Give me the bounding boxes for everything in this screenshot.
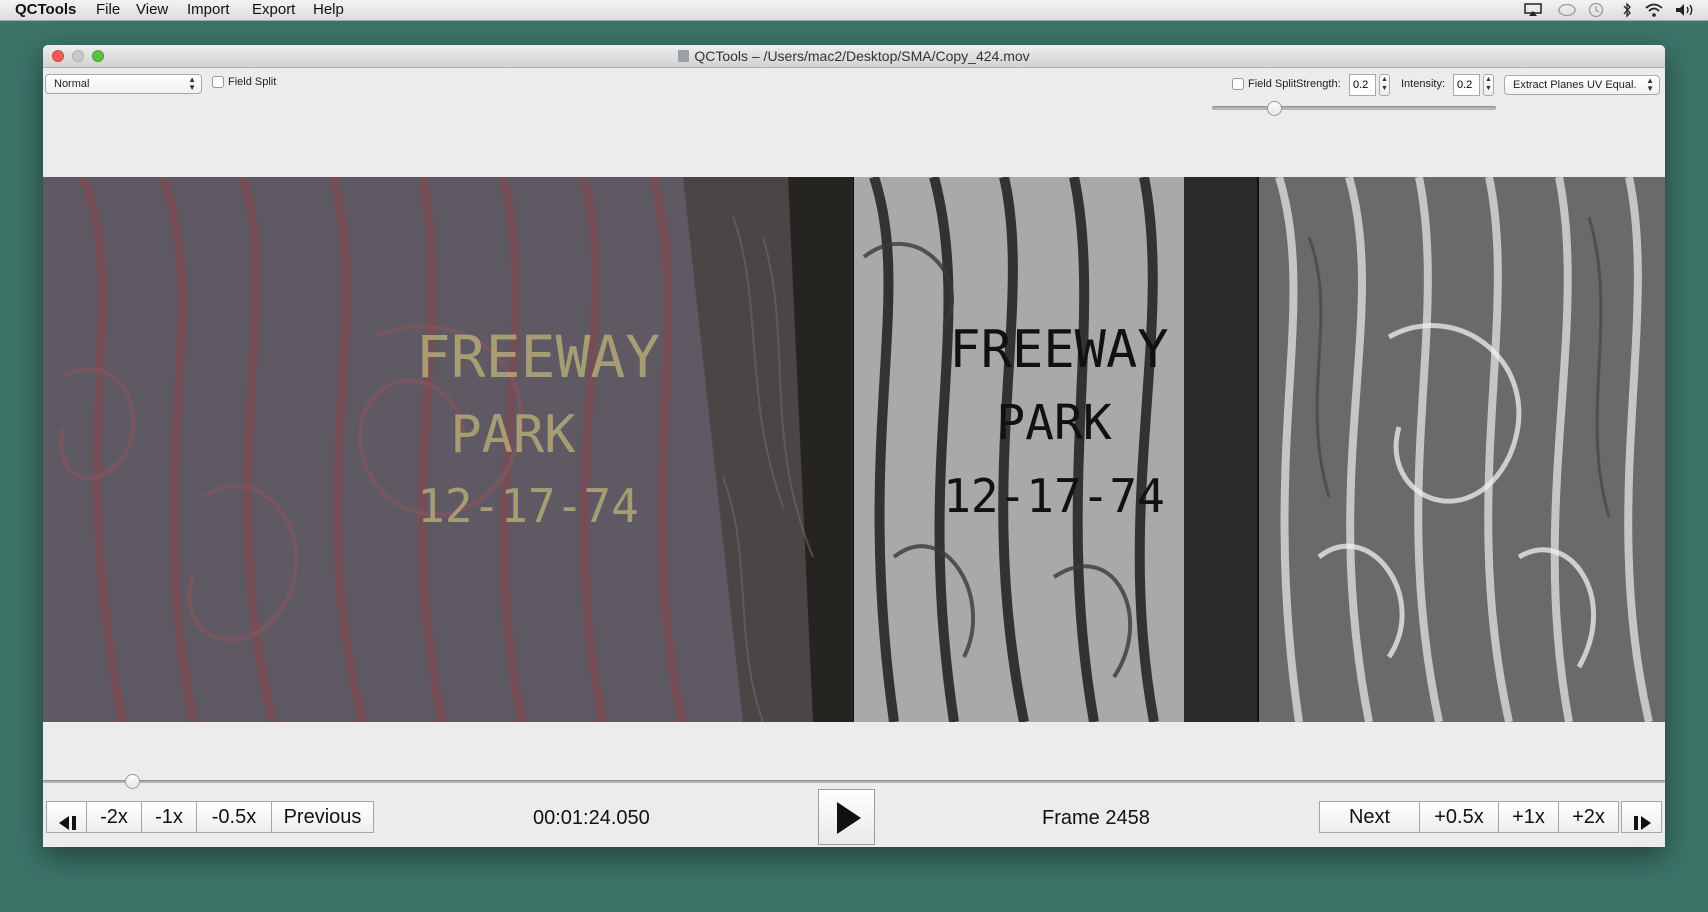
filter-select-value: Extract Planes UV Equal. [1513, 79, 1637, 91]
messages-icon[interactable] [1558, 3, 1576, 21]
forward-2x-button[interactable]: +2x [1558, 801, 1619, 833]
left-video-text-line-3: 12-17-74 [417, 479, 639, 533]
bluetooth-icon[interactable] [1622, 2, 1632, 22]
airplay-icon[interactable] [1524, 3, 1542, 21]
frame-number-display: Frame 2458 [1042, 807, 1150, 829]
time-machine-icon[interactable] [1588, 2, 1604, 22]
go-to-start-icon [57, 810, 79, 840]
go-to-start-button[interactable] [46, 801, 87, 833]
select-arrows-icon: ▲ ▼ [1646, 76, 1654, 93]
menu-help[interactable]: Help [313, 1, 344, 18]
filter-field-split-label: Field Split [1248, 78, 1297, 90]
middle-video-text-line-2: PARK [996, 395, 1112, 451]
app-menu[interactable]: QCTools [15, 1, 76, 18]
left-video-text-line-2: PARK [450, 405, 576, 465]
play-button[interactable] [818, 789, 875, 845]
strength-input[interactable]: 0.2 [1349, 74, 1376, 96]
intensity-stepper[interactable]: ▲ ▼ [1483, 74, 1494, 96]
intensity-input[interactable]: 0.2 [1453, 74, 1480, 96]
plane-u-video-pane: FREEWAY PARK 12-17-74 [854, 177, 1257, 722]
title-bar[interactable]: QCTools – /Users/mac2/Desktop/SMA/Copy_4… [43, 45, 1665, 68]
window-title-area: QCTools – /Users/mac2/Desktop/SMA/Copy_4… [43, 48, 1665, 64]
left-video-text-line-1: FREEWAY [416, 323, 660, 391]
plane-v-video-pane [1259, 177, 1665, 722]
menu-file[interactable]: File [96, 1, 120, 18]
middle-video-text-line-1: FREEWAY [949, 320, 1168, 380]
go-to-end-icon [1631, 810, 1653, 840]
macos-menu-bar: QCTools File View Import Export Help [0, 0, 1708, 21]
menu-export[interactable]: Export [252, 1, 295, 18]
main-window: QCTools – /Users/mac2/Desktop/SMA/Copy_4… [43, 45, 1665, 847]
timecode-display: 00:01:24.050 [533, 807, 650, 829]
filter-slider-knob[interactable] [1267, 101, 1283, 116]
next-frame-button[interactable]: Next [1319, 801, 1420, 833]
filter-slider-track[interactable] [1212, 106, 1496, 110]
timeline-track[interactable] [43, 780, 1665, 783]
video-display: FREEWAY PARK 12-17-74 FREEWAY PARK 12-17… [43, 177, 1665, 722]
original-video-pane: FREEWAY PARK 12-17-74 [43, 177, 853, 722]
previous-frame-button[interactable]: Previous [271, 801, 374, 833]
play-icon [836, 801, 862, 840]
forward-1x-button[interactable]: +1x [1498, 801, 1559, 833]
rewind-1x-button[interactable]: -1x [141, 801, 197, 833]
select-arrows-icon: ▲ ▼ [188, 75, 196, 92]
intensity-label: Intensity: [1401, 78, 1446, 90]
rewind-half-button[interactable]: -0.5x [196, 801, 272, 833]
forward-half-button[interactable]: +0.5x [1419, 801, 1499, 833]
document-icon [678, 50, 690, 62]
filter-field-split-checkbox[interactable] [1232, 78, 1244, 90]
menu-import[interactable]: Import [187, 1, 230, 18]
view-mode-value: Normal [54, 78, 90, 90]
menu-view[interactable]: View [136, 1, 168, 18]
window-title: QCTools – /Users/mac2/Desktop/SMA/Copy_4… [694, 48, 1030, 64]
rewind-2x-button[interactable]: -2x [86, 801, 142, 833]
left-field-split-label: Field Split [228, 76, 277, 88]
strength-stepper[interactable]: ▲ ▼ [1379, 74, 1390, 96]
timeline-knob[interactable] [125, 774, 141, 789]
middle-video-text-line-3: 12-17-74 [943, 469, 1165, 523]
wifi-icon[interactable] [1644, 2, 1664, 22]
view-mode-select[interactable]: Normal ▲ ▼ [45, 74, 202, 94]
filter-select[interactable]: Extract Planes UV Equal. ▲ ▼ [1504, 75, 1660, 95]
strength-label: Strength: [1296, 78, 1341, 90]
volume-icon[interactable] [1674, 2, 1696, 22]
go-to-end-button[interactable] [1621, 801, 1662, 833]
left-field-split-checkbox[interactable] [212, 76, 224, 88]
